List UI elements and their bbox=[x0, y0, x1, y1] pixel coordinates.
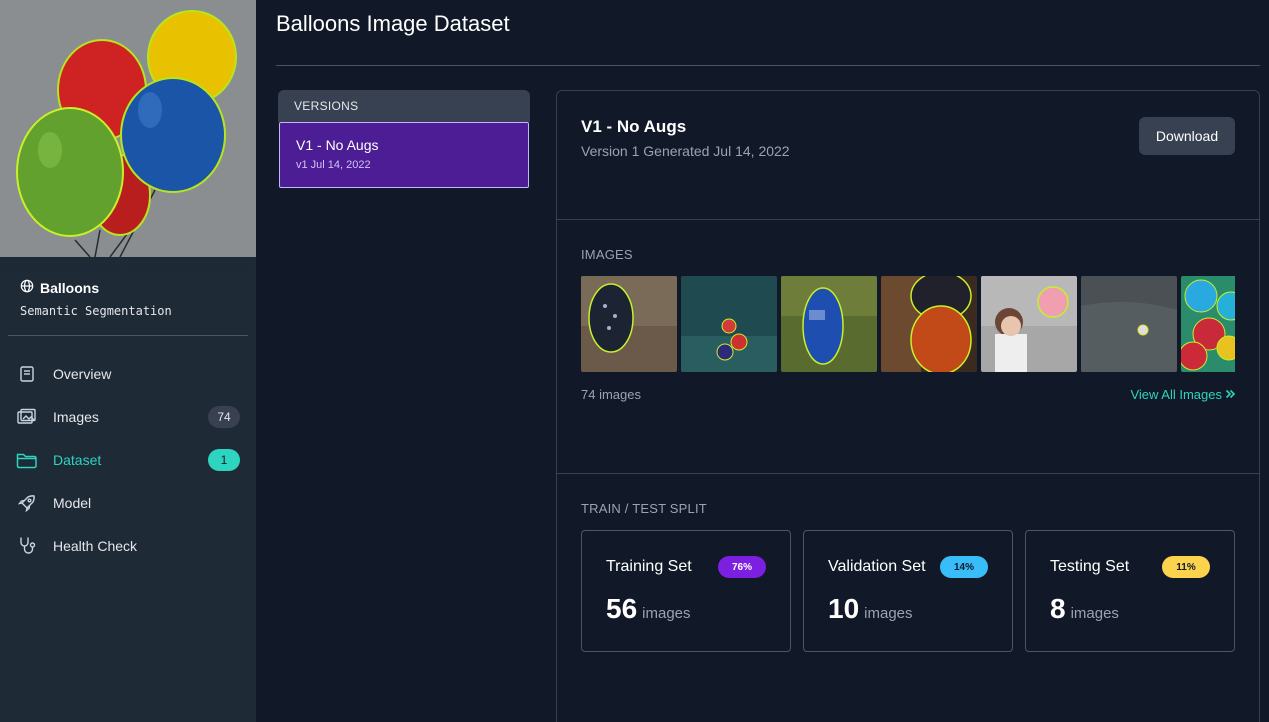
split-name: Training Set bbox=[606, 558, 692, 575]
image-count: 74 images bbox=[581, 387, 641, 402]
sidebar-item-label: Dataset bbox=[53, 451, 102, 468]
sidebar-item-overview[interactable]: Overview bbox=[0, 352, 256, 395]
split-count-value: 56 bbox=[606, 593, 638, 624]
sidebar: Balloons Semantic Segmentation Overview … bbox=[0, 0, 256, 722]
title-divider bbox=[276, 65, 1260, 66]
training-set-card: Training Set 76% 56 images bbox=[581, 530, 791, 652]
images-count-badge: 74 bbox=[208, 405, 240, 428]
sidebar-nav: Overview Images 74 Dataset 1 Model Healt… bbox=[0, 352, 256, 567]
split-name: Validation Set bbox=[828, 558, 926, 575]
split-count-unit: images bbox=[864, 605, 913, 622]
version-name: V1 - No Augs bbox=[296, 137, 379, 153]
sidebar-item-label: Overview bbox=[53, 365, 112, 382]
project-info: Balloons Semantic Segmentation bbox=[0, 257, 256, 319]
download-button[interactable]: Download bbox=[1139, 117, 1235, 155]
sidebar-item-model[interactable]: Model bbox=[0, 481, 256, 524]
page-title: Balloons Image Dataset bbox=[276, 11, 510, 36]
image-thumbnail[interactable] bbox=[1181, 276, 1235, 372]
version-detail-panel: V1 - No Augs Version 1 Generated Jul 14,… bbox=[556, 90, 1260, 722]
folder-icon bbox=[16, 449, 38, 471]
split-section-label: TRAIN / TEST SPLIT bbox=[581, 501, 707, 516]
split-percent-badge: 76% bbox=[718, 556, 766, 578]
versions-header: VERSIONS bbox=[278, 90, 530, 122]
images-section-label: IMAGES bbox=[581, 247, 633, 262]
rocket-icon bbox=[16, 492, 38, 514]
globe-icon bbox=[20, 279, 34, 296]
section-divider bbox=[557, 473, 1259, 474]
split-count-unit: images bbox=[642, 605, 691, 622]
image-thumbnails bbox=[581, 276, 1235, 372]
image-thumbnail[interactable] bbox=[681, 276, 777, 372]
book-icon bbox=[16, 363, 38, 385]
split-count-unit: images bbox=[1070, 605, 1119, 622]
sidebar-item-dataset[interactable]: Dataset 1 bbox=[0, 438, 256, 481]
split-count: 10 images bbox=[828, 593, 913, 625]
dataset-count-badge: 1 bbox=[208, 448, 240, 471]
project-name-label: Balloons bbox=[40, 279, 100, 296]
validation-set-card: Validation Set 14% 10 images bbox=[803, 530, 1013, 652]
stethoscope-icon bbox=[16, 535, 38, 557]
sidebar-divider bbox=[8, 335, 248, 336]
image-thumbnail[interactable] bbox=[581, 276, 677, 372]
image-thumbnail[interactable] bbox=[781, 276, 877, 372]
sidebar-item-label: Model bbox=[53, 494, 92, 511]
sidebar-item-images[interactable]: Images 74 bbox=[0, 395, 256, 438]
view-all-label: View All Images bbox=[1130, 387, 1222, 402]
project-type: Semantic Segmentation bbox=[20, 304, 172, 318]
split-count: 56 images bbox=[606, 593, 691, 625]
image-thumbnail[interactable] bbox=[981, 276, 1077, 372]
sidebar-item-label: Images bbox=[53, 408, 99, 425]
version-item-v1[interactable]: V1 - No Augs v1 Jul 14, 2022 bbox=[279, 122, 529, 188]
view-all-images-link[interactable]: View All Images bbox=[1130, 387, 1236, 402]
version-title: V1 - No Augs bbox=[581, 117, 687, 136]
sidebar-item-health-check[interactable]: Health Check bbox=[0, 524, 256, 567]
split-percent-badge: 14% bbox=[940, 556, 988, 578]
section-divider bbox=[557, 219, 1259, 220]
split-percent-badge: 11% bbox=[1162, 556, 1210, 578]
version-subtitle: Version 1 Generated Jul 14, 2022 bbox=[581, 143, 790, 159]
image-thumbnail[interactable] bbox=[1081, 276, 1177, 372]
sidebar-item-label: Health Check bbox=[53, 537, 138, 554]
split-cards: Training Set 76% 56 images Validation Set… bbox=[581, 530, 1235, 652]
versions-list: VERSIONS V1 - No Augs v1 Jul 14, 2022 bbox=[278, 90, 530, 188]
project-cover-image[interactable] bbox=[0, 0, 256, 257]
testing-set-card: Testing Set 11% 8 images bbox=[1025, 530, 1235, 652]
images-icon bbox=[16, 406, 38, 428]
split-count: 8 images bbox=[1050, 593, 1119, 625]
version-date: v1 Jul 14, 2022 bbox=[296, 159, 371, 171]
project-name: Balloons bbox=[20, 279, 236, 296]
double-chevron-right-icon bbox=[1225, 387, 1236, 402]
split-name: Testing Set bbox=[1050, 558, 1130, 575]
image-thumbnail[interactable] bbox=[881, 276, 977, 372]
split-count-value: 10 bbox=[828, 593, 860, 624]
split-count-value: 8 bbox=[1050, 593, 1066, 624]
